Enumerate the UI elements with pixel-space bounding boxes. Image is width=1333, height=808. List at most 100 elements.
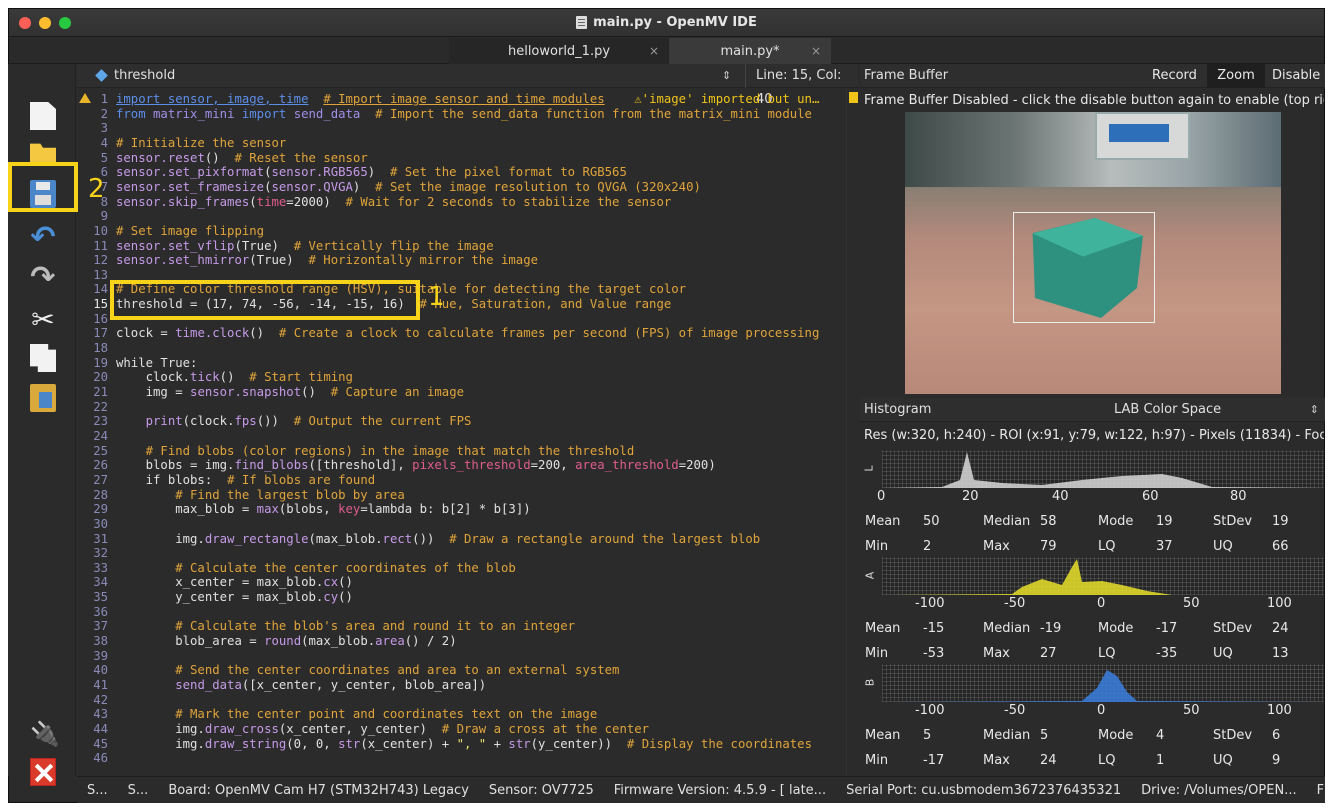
code-line[interactable]: 19 while True:	[77, 356, 847, 371]
code-line[interactable]: 43 # Mark the center point and coordinat…	[77, 707, 847, 722]
editor-scroll-strip[interactable]	[846, 89, 858, 775]
zoom-button[interactable]: Zoom	[1207, 64, 1265, 88]
stat-value: 13	[1272, 646, 1289, 661]
code-line[interactable]: 31 img.draw_rectangle(max_blob.rect()) #…	[77, 532, 847, 547]
histogram-axis-label: B	[863, 678, 877, 687]
code-line[interactable]: 23 print(clock.fps()) # Output the curre…	[77, 414, 847, 429]
updown-icon[interactable]: ⇕	[722, 69, 731, 82]
code-line[interactable]: 4 # Initialize the sensor	[77, 136, 847, 151]
stat-label: StDev	[1213, 728, 1253, 743]
minimize-window-button[interactable]	[39, 17, 51, 29]
code-token: =200)	[678, 458, 716, 473]
code-line[interactable]: 8 sensor.skip_frames(time=2000) # Wait fo…	[77, 195, 847, 210]
stat-value: 6	[1272, 728, 1281, 743]
status-item[interactable]: S...	[128, 783, 149, 798]
paste-icon[interactable]	[30, 384, 56, 412]
undo-icon[interactable]: ↶	[30, 223, 56, 253]
code-token: =lambda b: b[2] * b[3])	[360, 502, 531, 517]
code-line[interactable]: 30	[77, 517, 847, 532]
code-line[interactable]: 42	[77, 693, 847, 708]
code-line[interactable]: 12 sensor.set_hmirror(True) # Horizontall…	[77, 253, 847, 268]
code-line[interactable]: 36	[77, 605, 847, 620]
code-line[interactable]: 39	[77, 649, 847, 664]
code-line[interactable]: 17 clock = time.clock() # Create a clock …	[77, 326, 847, 341]
code-line[interactable]: 28 # Find the largest blob by area	[77, 488, 847, 503]
code-token: # Find blobs (color regions) in the imag…	[116, 443, 635, 458]
line-number: 12	[93, 253, 108, 268]
code-line[interactable]: 33 # Calculate the center coordinates of…	[77, 561, 847, 576]
code-token: # Set the pixel format to RGB565	[389, 165, 627, 180]
code-line[interactable]: 35 y_center = max_blob.cy()	[77, 590, 847, 605]
code-token: rect	[382, 531, 413, 546]
code-token: =200,	[530, 458, 576, 473]
code-token: ()	[338, 590, 353, 605]
code-token: from	[116, 106, 154, 121]
close-tab-icon[interactable]: ×	[649, 44, 659, 58]
code-line[interactable]: 27 if blobs: # If blobs are found	[77, 473, 847, 488]
code-line[interactable]: 45 img.draw_string(0, 0, str(x_center) +…	[77, 737, 847, 752]
close-window-button[interactable]	[19, 17, 31, 29]
code-line[interactable]: 46	[77, 751, 847, 766]
symbol-selector[interactable]: threshold	[114, 68, 175, 83]
fps-info: FP...	[1316, 782, 1325, 798]
code-line[interactable]: 18	[77, 341, 847, 356]
code-line[interactable]: 20 clock.tick() # Start timing	[77, 370, 847, 385]
updown-icon[interactable]: ⇕	[1310, 403, 1319, 416]
code-token: # Calculate the center coordinates of th…	[116, 560, 516, 575]
code-token: ()	[204, 150, 235, 165]
roi-rectangle[interactable]	[1013, 212, 1155, 323]
line-number: 4	[100, 135, 108, 150]
stat-label: Max	[983, 753, 1010, 768]
line-number: 30	[93, 516, 108, 531]
code-line[interactable]: 10 # Set image flipping	[77, 224, 847, 239]
code-line[interactable]: 26 blobs = img.find_blobs([threshold], p…	[77, 458, 847, 473]
code-line[interactable]: 9	[77, 209, 847, 224]
close-tab-icon[interactable]: ×	[811, 44, 821, 58]
stat-label: StDev	[1213, 621, 1253, 636]
disable-button[interactable]: Disable	[1266, 64, 1326, 88]
firmware-info[interactable]: Firmware Version: 4.5.9 - [ late...	[614, 783, 826, 798]
code-line[interactable]: 22	[77, 400, 847, 415]
code-line[interactable]: 6 sensor.set_pixformat(sensor.RGB565) # S…	[77, 165, 847, 180]
redo-icon[interactable]: ↷	[30, 263, 56, 293]
code-line[interactable]: 1 import sensor, image, time # Import ima…	[77, 92, 847, 107]
code-line[interactable]: 40 # Send the center coordinates and are…	[77, 663, 847, 678]
code-line[interactable]: 38 blob_area = round(max_blob.area() / 2…	[77, 634, 847, 649]
copy-icon[interactable]	[30, 344, 56, 372]
line-number: 22	[93, 399, 108, 414]
new-file-icon[interactable]	[30, 102, 56, 130]
code-token: # Start timing	[249, 370, 353, 385]
code-line[interactable]: 34 x_center = max_blob.cx()	[77, 575, 847, 590]
code-line[interactable]: 37 # Calculate the blob's area and round…	[77, 619, 847, 634]
record-button[interactable]: Record	[1146, 64, 1203, 88]
code-token: (blobs,	[278, 502, 339, 517]
code-line[interactable]: 3	[77, 121, 847, 136]
line-number: 35	[93, 590, 108, 605]
cut-icon[interactable]: ✂	[30, 306, 56, 334]
code-token: blob_area =	[116, 634, 265, 649]
code-line[interactable]: 32	[77, 546, 847, 561]
code-token: import	[241, 106, 294, 121]
code-line[interactable]: 29 max_blob = max(blobs, key=lambda b: b…	[77, 502, 847, 517]
code-line[interactable]: 5 sensor.reset() # Reset the sensor	[77, 151, 847, 166]
code-line[interactable]: 21 img = sensor.snapshot() # Capture an …	[77, 385, 847, 400]
tab-helloworld[interactable]: helloworld_1.py ×	[449, 38, 669, 64]
code-line[interactable]: 2 from matrix_mini import send_data # Imp…	[77, 107, 847, 122]
color-space-select[interactable]: LAB Color Space	[1114, 402, 1221, 417]
tab-main[interactable]: main.py* ×	[669, 38, 831, 64]
status-item[interactable]: S...	[87, 783, 108, 798]
code-token: (True)	[234, 238, 294, 253]
code-line[interactable]: 41 send_data([x_center, y_center, blob_a…	[77, 678, 847, 693]
code-line[interactable]: 11 sensor.set_vflip(True) # Vertically fl…	[77, 239, 847, 254]
zoom-window-button[interactable]	[59, 17, 71, 29]
code-line[interactable]: 24	[77, 429, 847, 444]
code-editor[interactable]: 1 import sensor, image, time # Import ima…	[77, 89, 847, 775]
code-line[interactable]: 7 sensor.set_framesize(sensor.QVGA) # Set…	[77, 180, 847, 195]
code-token: # If blobs are found	[227, 472, 376, 487]
code-token: ()	[249, 326, 279, 341]
code-token: # Initialize the sensor	[116, 135, 287, 150]
connect-icon[interactable]: 🔌	[30, 720, 60, 748]
stop-icon[interactable]	[30, 758, 56, 786]
code-line[interactable]: 44 img.draw_cross(x_center, y_center) # …	[77, 722, 847, 737]
code-line[interactable]: 25 # Find blobs (color regions) in the i…	[77, 444, 847, 459]
